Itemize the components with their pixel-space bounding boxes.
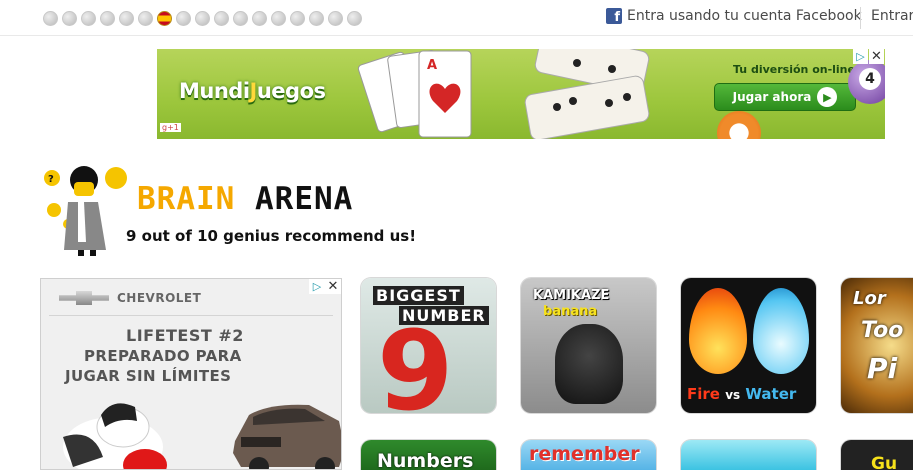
game-tile-partial-right[interactable]: Lor Too Pi — [841, 278, 913, 413]
enter-link[interactable]: Entrar — [871, 8, 913, 24]
game-tile-blue[interactable] — [681, 440, 816, 470]
language-flag-icon[interactable] — [62, 11, 77, 26]
game-tile-title: remember — [529, 443, 640, 465]
play-arrow-icon: ▶ — [817, 87, 838, 107]
ad-headline: LIFETEST #2 — [126, 326, 244, 345]
playing-cards-icon: A — [357, 50, 472, 138]
game-tile-title: Too — [861, 318, 904, 343]
language-flag-icon[interactable] — [290, 11, 305, 26]
game-tile-numbers[interactable]: Numbers — [361, 440, 496, 470]
game-tile-title: NUMBER — [399, 306, 489, 325]
close-ad-icon[interactable]: ✕ — [869, 49, 884, 64]
language-flag-icon[interactable] — [195, 11, 210, 26]
brain-arena-title: BRAIN ARENA — [137, 181, 354, 217]
spain-flag-icon[interactable] — [157, 11, 172, 26]
facebook-icon: f — [606, 8, 622, 24]
close-ad-icon[interactable]: ✕ — [325, 279, 341, 294]
chevrolet-bowtie-icon — [59, 291, 109, 305]
divider — [0, 35, 913, 36]
water-character-icon — [753, 288, 809, 374]
game-tile-remember[interactable]: remember — [521, 440, 656, 470]
language-flag-icon[interactable] — [214, 11, 229, 26]
svg-text:A: A — [427, 58, 437, 73]
language-flag-icon[interactable] — [81, 11, 96, 26]
game-tile-title: KAMIKAZE — [533, 288, 610, 303]
slogan: 9 out of 10 genius recommend us! — [126, 227, 417, 245]
adchoices-icon[interactable]: ▷ — [309, 279, 325, 294]
language-flag-icon[interactable] — [138, 11, 153, 26]
game-tile-title: Pi — [867, 352, 898, 385]
billiard-ball-icon: 4 — [848, 60, 885, 104]
svg-text:?: ? — [48, 174, 54, 185]
language-flag-icon[interactable] — [233, 11, 248, 26]
dominoes-icon — [524, 49, 650, 139]
play-now-label: Jugar ahora — [732, 90, 812, 104]
car-image — [233, 404, 341, 469]
ad-orange-badge — [717, 111, 761, 139]
play-now-button[interactable]: Jugar ahora ▶ — [714, 83, 856, 111]
fire-character-icon — [689, 288, 747, 374]
ad-subline: JUGAR SIN LÍMITES — [65, 367, 232, 385]
mundijuegos-logo: MundiJuegos — [179, 79, 326, 103]
adchoices-icon[interactable]: ▷ — [853, 49, 868, 64]
brain-arena-mascot-logo: ? — [44, 166, 127, 256]
language-flag-icon[interactable] — [119, 11, 134, 26]
game-tile-title: Numbers — [377, 450, 474, 470]
game-tile-title: BIGGEST — [373, 286, 464, 305]
game-tile-fire-vs-water[interactable]: Fire vs Water — [681, 278, 816, 413]
ad-tagline: Tu diversión on-line — [733, 63, 855, 76]
language-flag-icon[interactable] — [43, 11, 58, 26]
google-plus-icon[interactable]: g+1 — [160, 123, 181, 132]
game-tile-title: Gu — [871, 454, 898, 470]
language-flag-icon[interactable] — [176, 11, 191, 26]
facebook-login-link[interactable]: f Entra usando tu cuenta Facebook — [606, 8, 862, 24]
gorilla-image — [555, 324, 623, 404]
game-tile-kamikaze-banana[interactable]: KAMIKAZE banana — [521, 278, 656, 413]
game-tile-title: Lor — [853, 288, 886, 309]
divider — [49, 315, 333, 316]
ad-subline: PREPARADO PARA — [84, 347, 242, 365]
chevrolet-logo: CHEVROLET — [59, 291, 201, 305]
side-banner-ad[interactable]: CHEVROLET LIFETEST #2 PREPARADO PARA JUG… — [40, 278, 342, 470]
game-tile-partial-bottom-right[interactable]: Gu — [841, 440, 913, 470]
game-tile-title: banana — [543, 304, 598, 319]
divider — [860, 7, 861, 29]
language-flag-icon[interactable] — [100, 11, 115, 26]
language-flag-icon[interactable] — [309, 11, 324, 26]
facebook-login-label: Entra usando tu cuenta Facebook — [627, 8, 862, 24]
top-bar: f Entra usando tu cuenta Facebook Entrar — [0, 0, 913, 36]
language-flags — [43, 11, 362, 26]
dog-image — [63, 403, 167, 469]
top-banner-ad[interactable]: MundiJuegos A Tu diversión on-line Jugar… — [157, 49, 885, 139]
game-tile-title: Fire vs Water — [687, 385, 797, 403]
language-flag-icon[interactable] — [252, 11, 267, 26]
game-tile-digit: 9 — [377, 307, 454, 413]
language-flag-icon[interactable] — [271, 11, 286, 26]
uk-flag-icon[interactable] — [328, 11, 343, 26]
game-tile-biggest-number[interactable]: 9 BIGGEST NUMBER — [361, 278, 496, 413]
language-flag-icon[interactable] — [347, 11, 362, 26]
